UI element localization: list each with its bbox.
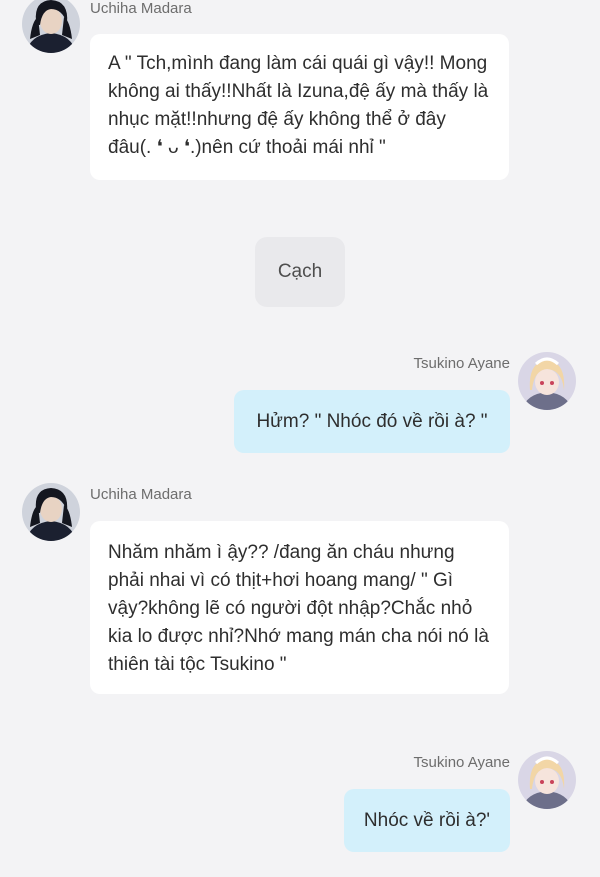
- sender-name: Tsukino Ayane: [413, 355, 510, 372]
- sender-name: Uchiha Madara: [90, 486, 192, 503]
- ayane-avatar-icon[interactable]: [518, 751, 576, 809]
- madara-avatar-icon[interactable]: [22, 0, 80, 53]
- ayane-avatar-icon[interactable]: [518, 352, 576, 410]
- message-bubble: A " Tch,mình đang làm cái quái gì vậy!! …: [90, 34, 509, 180]
- message-bubble: Nhóc về rồi à?': [344, 789, 510, 852]
- sender-name: Tsukino Ayane: [413, 754, 510, 771]
- action-bubble: Cạch: [255, 237, 345, 307]
- madara-avatar-icon[interactable]: [22, 483, 80, 541]
- sender-name: Uchiha Madara: [90, 0, 192, 17]
- message-bubble: Nhăm nhăm ì ậy?? /đang ăn cháu nhưng phả…: [90, 521, 509, 694]
- message-bubble: Hửm? " Nhóc đó về rồi à? ": [234, 390, 510, 453]
